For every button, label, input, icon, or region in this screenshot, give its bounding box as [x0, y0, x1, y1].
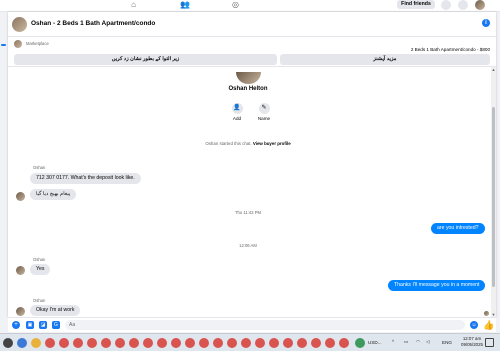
- friends-icon[interactable]: 👥: [180, 0, 190, 9]
- notification-center-icon[interactable]: [485, 338, 494, 347]
- volume-icon[interactable]: ◁: [426, 339, 430, 345]
- sticker-icon[interactable]: ◪: [39, 321, 47, 329]
- chrome-icon[interactable]: [311, 338, 321, 348]
- view-buyer-profile-link[interactable]: View buyer profile: [253, 141, 291, 146]
- chrome-icon[interactable]: [199, 338, 209, 348]
- tray-app-icon[interactable]: ▭: [404, 339, 408, 345]
- menu-grid-icon[interactable]: [441, 0, 451, 10]
- outgoing-message[interactable]: Thanks I'll message you in a moment: [388, 280, 486, 291]
- profile-avatar[interactable]: [236, 72, 261, 84]
- chrome-icon[interactable]: [171, 338, 181, 348]
- profile-name: Oshan Helton: [228, 86, 268, 92]
- home-icon[interactable]: ⌂: [129, 0, 138, 9]
- listing-banner: Marketplace 2 Beds 1 Bath Apartment/cond…: [8, 37, 496, 67]
- chrome-icon[interactable]: [213, 338, 223, 348]
- windows-taskbar: USD... ^ ▭ ◠ ◁ ENG 12:07 am 09/05/2025: [0, 333, 500, 351]
- chrome-icon[interactable]: [45, 338, 55, 348]
- message-timestamp: 12:06 AM: [239, 243, 257, 248]
- scroll-up-arrow-icon[interactable]: ▲: [491, 67, 496, 72]
- ticker-text[interactable]: USD...: [368, 340, 382, 345]
- chrome-icon[interactable]: [255, 338, 265, 348]
- chrome-icon[interactable]: [157, 338, 167, 348]
- incoming-message[interactable]: Okay I'm at work: [30, 305, 81, 316]
- notifications-bell-icon[interactable]: [458, 0, 468, 10]
- plus-icon[interactable]: +: [12, 321, 20, 329]
- incoming-message[interactable]: پیغام بھیج دیا گیا: [30, 189, 77, 200]
- add-friend-action[interactable]: 👤 Add: [227, 103, 247, 121]
- message-composer: + ▣ ◪ G Aa ☺ 👍: [8, 317, 496, 332]
- wifi-icon[interactable]: ◠: [416, 339, 420, 345]
- sender-avatar[interactable]: [16, 192, 25, 201]
- chrome-icon[interactable]: [269, 338, 279, 348]
- start-icon[interactable]: [3, 338, 13, 348]
- sender-avatar[interactable]: [16, 307, 25, 316]
- message-input[interactable]: Aa: [65, 320, 465, 330]
- listing-thumbnail[interactable]: [12, 17, 27, 32]
- sender-name: Oshan: [33, 165, 46, 170]
- incoming-message[interactable]: Yes: [30, 264, 51, 275]
- account-avatar[interactable]: [475, 0, 485, 10]
- groups-icon[interactable]: ◎: [231, 0, 240, 9]
- chrome-icon[interactable]: [129, 338, 139, 348]
- thumbs-up-icon[interactable]: 👍: [483, 320, 494, 330]
- more-options-button[interactable]: مزید آپشنز: [280, 54, 490, 65]
- taskbar-app-icon[interactable]: [17, 338, 27, 348]
- info-icon[interactable]: i: [482, 19, 490, 27]
- chrome-icon[interactable]: [143, 338, 153, 348]
- stocks-icon[interactable]: [355, 338, 365, 348]
- read-receipt-avatar: [484, 311, 489, 316]
- chrome-icon[interactable]: [87, 338, 97, 348]
- chrome-icon[interactable]: [339, 338, 349, 348]
- scrollbar-thumb[interactable]: [492, 107, 495, 287]
- system-clock[interactable]: 12:07 am 09/05/2025: [461, 336, 483, 348]
- chat-started-text: Oshan started this chat.: [205, 141, 252, 146]
- top-navigation-bar: ⌂ 👥 ◎ Find friends: [0, 0, 500, 12]
- image-icon[interactable]: ▣: [26, 321, 34, 329]
- message-thread: Oshan Helton 👤 Add ✎ Name Oshan started …: [8, 67, 492, 317]
- chat-panel: Oshan - 2 Beds 1 Bath Apartment/condo i …: [8, 12, 496, 317]
- marketplace-label: Marketplace: [26, 41, 49, 46]
- clock-date: 09/05/2025: [461, 342, 483, 347]
- pencil-icon: ✎: [258, 103, 270, 114]
- add-person-icon: 👤: [231, 103, 243, 114]
- language-indicator[interactable]: ENG: [442, 340, 452, 345]
- taskbar-app-icon[interactable]: [31, 338, 41, 348]
- add-label: Add: [232, 116, 242, 121]
- sender-avatar[interactable]: [16, 266, 25, 275]
- listing-title[interactable]: 2 Beds 1 Bath Apartment/condo - $800: [411, 47, 490, 52]
- chrome-icon[interactable]: [227, 338, 237, 348]
- message-timestamp: Thu 11:42 PM: [235, 210, 261, 215]
- incoming-message[interactable]: 712 307 0177. What's the deposit look li…: [30, 173, 141, 184]
- find-friends-button[interactable]: Find friends: [397, 0, 435, 9]
- chrome-icon[interactable]: [59, 338, 69, 348]
- sidebar-active-marker: [1, 44, 6, 46]
- chat-started-notice: Oshan started this chat. View buyer prof…: [168, 141, 328, 146]
- chrome-icon[interactable]: [283, 338, 293, 348]
- name-label: Name: [257, 116, 271, 121]
- sender-name: Oshan: [33, 298, 46, 303]
- mark-as-pending-button[interactable]: زیر التوا کے بطور نشان زد کریں: [14, 54, 277, 65]
- thread-scrollbar[interactable]: ▲ ▼: [491, 67, 496, 317]
- emoji-icon[interactable]: ☺: [470, 321, 478, 329]
- chrome-icon[interactable]: [73, 338, 83, 348]
- gif-icon[interactable]: G: [52, 321, 60, 329]
- chrome-icon[interactable]: [101, 338, 111, 348]
- tray-chevron-icon[interactable]: ^: [392, 339, 394, 344]
- chat-header: Oshan - 2 Beds 1 Bath Apartment/condo i: [8, 12, 496, 37]
- chrome-icon[interactable]: [185, 338, 195, 348]
- chrome-icon[interactable]: [115, 338, 125, 348]
- listing-photo[interactable]: [14, 40, 22, 48]
- left-sidebar-edge: [0, 12, 8, 317]
- edit-name-action[interactable]: ✎ Name: [254, 103, 274, 121]
- sender-name: Oshan: [33, 257, 46, 262]
- outgoing-message[interactable]: are you intrested?: [431, 223, 485, 234]
- chrome-icon[interactable]: [241, 338, 251, 348]
- chrome-icon[interactable]: [325, 338, 335, 348]
- chat-title[interactable]: Oshan - 2 Beds 1 Bath Apartment/condo: [31, 20, 155, 27]
- chrome-icon[interactable]: [297, 338, 307, 348]
